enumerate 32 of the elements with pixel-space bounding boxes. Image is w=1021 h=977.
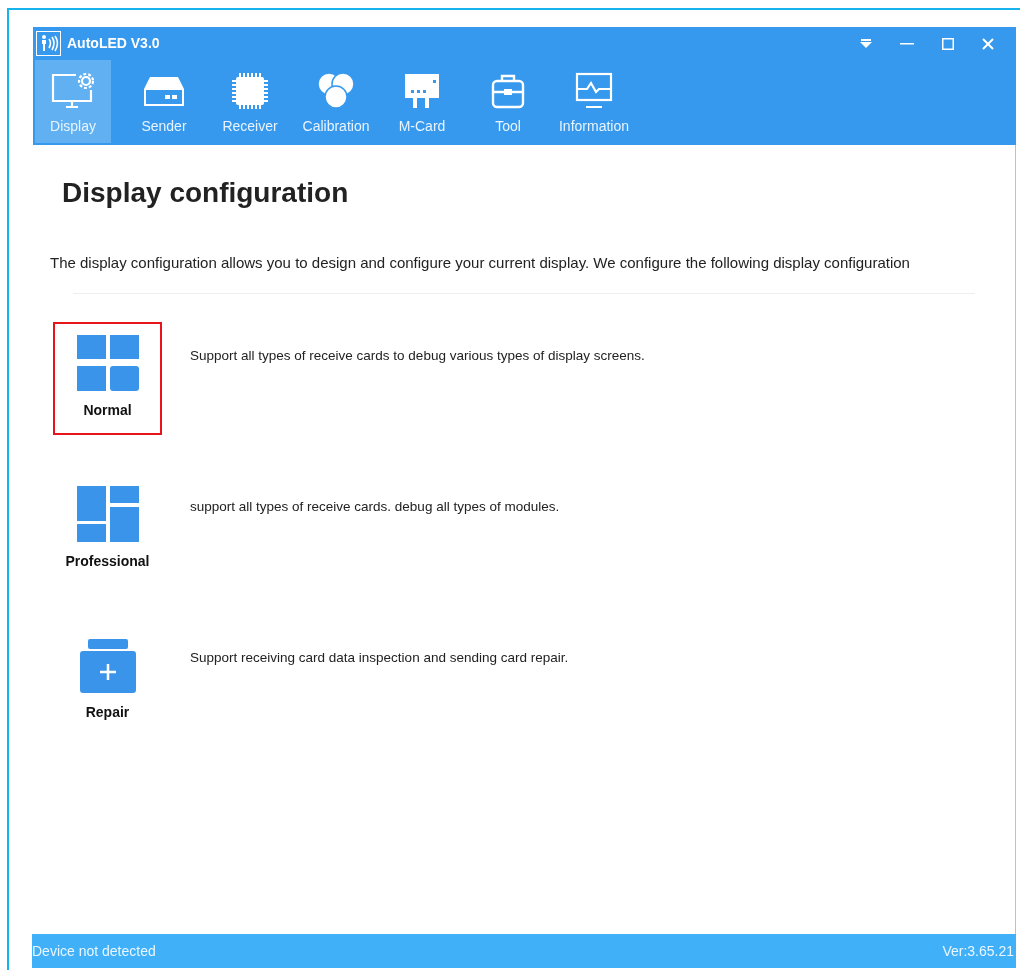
- toolbox-icon[interactable]: [490, 72, 526, 110]
- dropdown-icon[interactable]: [860, 38, 872, 49]
- chip-icon[interactable]: [231, 72, 269, 110]
- close-icon[interactable]: [982, 37, 994, 50]
- device-box-icon[interactable]: [142, 74, 186, 108]
- toolbar-tab[interactable]: Tool: [465, 60, 551, 143]
- option-tile[interactable]: Normal: [53, 321, 162, 435]
- toolbar-tab[interactable]: Information: [551, 60, 637, 143]
- version-text: Ver:3.65.21: [942, 941, 1015, 961]
- monitor-gear-icon[interactable]: [50, 72, 96, 110]
- option-tile[interactable]: Repair: [53, 623, 162, 737]
- option-description: Support all types of receive cards to debug various types of display screens.: [190, 346, 645, 365]
- module-card-icon[interactable]: [403, 72, 441, 110]
- option-description: support all types of receive cards. debug all types of modules.: [190, 497, 560, 516]
- monitor-pulse-icon[interactable]: [574, 72, 614, 110]
- toolbar-tab[interactable]: M-Card: [379, 60, 465, 143]
- window-title: AutoLED V3.0: [67, 34, 160, 53]
- four-tiles-icon: [76, 335, 139, 391]
- toolbar-tab[interactable]: Sender: [121, 60, 207, 143]
- toolbar-tab[interactable]: Receiver: [207, 60, 293, 143]
- option-tile[interactable]: Professional: [53, 472, 162, 586]
- minimize-icon[interactable]: [900, 42, 914, 45]
- toolbar-tab[interactable]: Display: [35, 60, 111, 143]
- split-tiles-icon: [76, 486, 139, 542]
- page-heading: Display configuration: [62, 176, 350, 210]
- logo-icon: [36, 31, 61, 56]
- status-message: Device not detected: [32, 941, 156, 961]
- intro-text: The display configuration allows you to design and configure your current display. We configure the following display configuration: [50, 253, 911, 273]
- toolbar-tab[interactable]: Calibration: [293, 60, 379, 143]
- maximize-icon[interactable]: [942, 37, 954, 50]
- medical-kit-icon: [79, 639, 136, 693]
- option-description: Support receiving card data inspection and sending card repair.: [190, 648, 569, 667]
